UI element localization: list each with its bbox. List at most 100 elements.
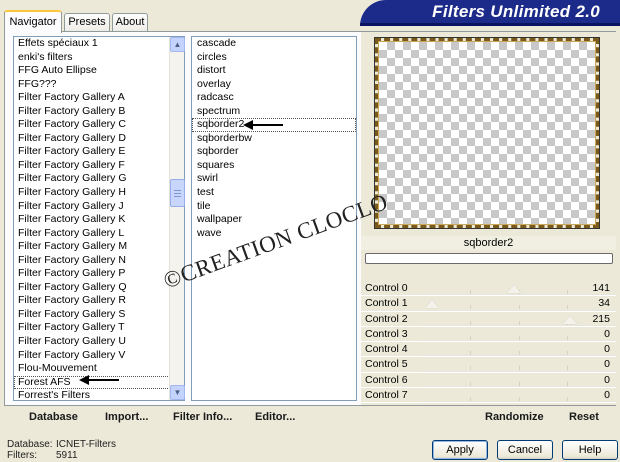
editor-button[interactable]: Editor...: [255, 408, 295, 426]
control-row: Control 6 0: [361, 373, 616, 389]
database-button[interactable]: Database: [29, 408, 78, 426]
filter-item[interactable]: spectrum: [192, 105, 356, 119]
preview-area: sqborder2 Control 0 141 Control 1 34 Control…: [361, 32, 616, 405]
scroll-thumb[interactable]: [170, 179, 185, 207]
filters-label: Filters:: [7, 450, 37, 461]
control-row: Control 4 0: [361, 342, 616, 358]
category-item[interactable]: Forrest's Filters: [14, 389, 184, 403]
control-slider[interactable]: [421, 373, 616, 388]
randomize-button[interactable]: Randomize: [485, 408, 544, 426]
control-row: Control 7 0: [361, 388, 616, 404]
slider-thumb[interactable]: [424, 300, 439, 309]
tab-navigator[interactable]: Navigator: [4, 10, 62, 33]
category-item[interactable]: Filter Factory Gallery M: [14, 240, 184, 254]
control-row: Control 5 0: [361, 357, 616, 373]
border-preview: [375, 38, 599, 228]
slider-thumb[interactable]: [563, 315, 578, 324]
scroll-down-button[interactable]: ▼: [170, 385, 185, 400]
filter-info-button[interactable]: Filter Info...: [173, 408, 232, 426]
category-item[interactable]: Filter Factory Gallery H: [14, 186, 184, 200]
category-item[interactable]: Filter Factory Gallery T: [14, 321, 184, 335]
control-value: 0: [604, 389, 610, 402]
control-label: Control 1: [365, 297, 408, 310]
category-item[interactable]: Filter Factory Gallery G: [14, 172, 184, 186]
control-label: Control 3: [365, 327, 408, 340]
filter-item[interactable]: radcasc: [192, 91, 356, 105]
category-item[interactable]: Filter Factory Gallery D: [14, 132, 184, 146]
control-row: Control 3 0: [361, 327, 616, 343]
category-item[interactable]: Filter Factory Gallery U: [14, 335, 184, 349]
control-slider[interactable]: [421, 327, 616, 342]
arrow-left-icon: [79, 375, 119, 385]
control-slider[interactable]: [421, 281, 616, 296]
control-value: 215: [592, 312, 610, 325]
current-filter-name: sqborder2: [361, 236, 616, 250]
filter-item[interactable]: circles: [192, 51, 356, 65]
category-list[interactable]: Effets spéciaux 1 enki's filters FFG Auto …: [13, 36, 185, 401]
category-item[interactable]: Filter Factory Gallery V: [14, 349, 184, 363]
category-item[interactable]: Filter Factory Gallery R: [14, 294, 184, 308]
tab-presets[interactable]: Presets: [64, 13, 110, 32]
control-value: 141: [592, 282, 610, 294]
filter-item[interactable]: distort: [192, 64, 356, 78]
app-title: Filters Unlimited 2.0: [432, 2, 600, 21]
scroll-up-button[interactable]: ▲: [170, 37, 185, 52]
title-banner: Filters Unlimited 2.0: [360, 0, 620, 26]
filter-item[interactable]: test: [192, 186, 356, 200]
control-label: Control 0: [365, 282, 408, 294]
category-items: Effets spéciaux 1 enki's filters FFG Auto …: [14, 37, 184, 403]
control-slider[interactable]: [421, 296, 616, 311]
control-value: 0: [604, 343, 610, 356]
filter-item[interactable]: swirl: [192, 172, 356, 186]
category-item[interactable]: Filter Factory Gallery F: [14, 159, 184, 173]
control-slider[interactable]: [421, 357, 616, 372]
category-item[interactable]: Filter Factory Gallery A: [14, 91, 184, 105]
filter-item[interactable]: sqborderbw: [192, 132, 356, 146]
apply-button[interactable]: Apply: [432, 440, 488, 460]
category-item[interactable]: Filter Factory Gallery N: [14, 254, 184, 268]
category-scrollbar[interactable]: ▲ ▼: [169, 37, 185, 400]
category-item[interactable]: Filter Factory Gallery S: [14, 308, 184, 322]
control-row: Control 2 215: [361, 312, 616, 327]
control-value: 0: [604, 358, 610, 371]
category-item[interactable]: FFG???: [14, 78, 184, 92]
control-value: 34: [598, 297, 610, 310]
slider-thumb[interactable]: [506, 285, 521, 293]
control-value: 0: [604, 373, 610, 386]
control-slider[interactable]: [421, 312, 616, 326]
category-item[interactable]: Filter Factory Gallery J: [14, 200, 184, 214]
tab-about[interactable]: About: [112, 13, 148, 32]
category-item[interactable]: enki's filters: [14, 51, 184, 65]
control-row: Control 0 141: [361, 281, 616, 297]
filter-item[interactable]: overlay: [192, 78, 356, 92]
category-item[interactable]: Filter Factory Gallery Q: [14, 281, 184, 295]
control-row: Control 1 34: [361, 296, 616, 312]
reset-button[interactable]: Reset: [569, 408, 599, 426]
arrow-left-icon: [243, 120, 283, 130]
control-slider[interactable]: [421, 342, 616, 357]
category-item[interactable]: Filter Factory Gallery P: [14, 267, 184, 281]
chevron-up-icon: ▲: [173, 40, 182, 49]
category-item[interactable]: Filter Factory Gallery C: [14, 118, 184, 132]
category-item[interactable]: Filter Factory Gallery K: [14, 213, 184, 227]
filter-item[interactable]: squares: [192, 159, 356, 173]
import-button[interactable]: Import...: [105, 408, 148, 426]
category-item[interactable]: FFG Auto Ellipse: [14, 64, 184, 78]
control-slider[interactable]: [421, 388, 616, 403]
cancel-button[interactable]: Cancel: [497, 440, 553, 460]
control-label: Control 5: [365, 358, 408, 371]
category-item[interactable]: Effets spéciaux 1: [14, 37, 184, 51]
filter-item[interactable]: cascade: [192, 37, 356, 51]
control-label: Control 4: [365, 343, 408, 356]
help-button[interactable]: Help: [562, 440, 618, 460]
category-item[interactable]: Filter Factory Gallery L: [14, 227, 184, 241]
control-sliders: Control 0 141 Control 1 34 Control 2 215 Contr…: [361, 281, 616, 404]
control-label: Control 6: [365, 373, 408, 386]
chevron-down-icon: ▼: [173, 388, 182, 397]
category-item[interactable]: Filter Factory Gallery E: [14, 145, 184, 159]
progress-bar: [365, 253, 613, 264]
filter-item[interactable]: sqborder: [192, 145, 356, 159]
category-item[interactable]: Filter Factory Gallery B: [14, 105, 184, 119]
filters-value: 5911: [56, 450, 78, 461]
control-value: 0: [604, 327, 610, 340]
